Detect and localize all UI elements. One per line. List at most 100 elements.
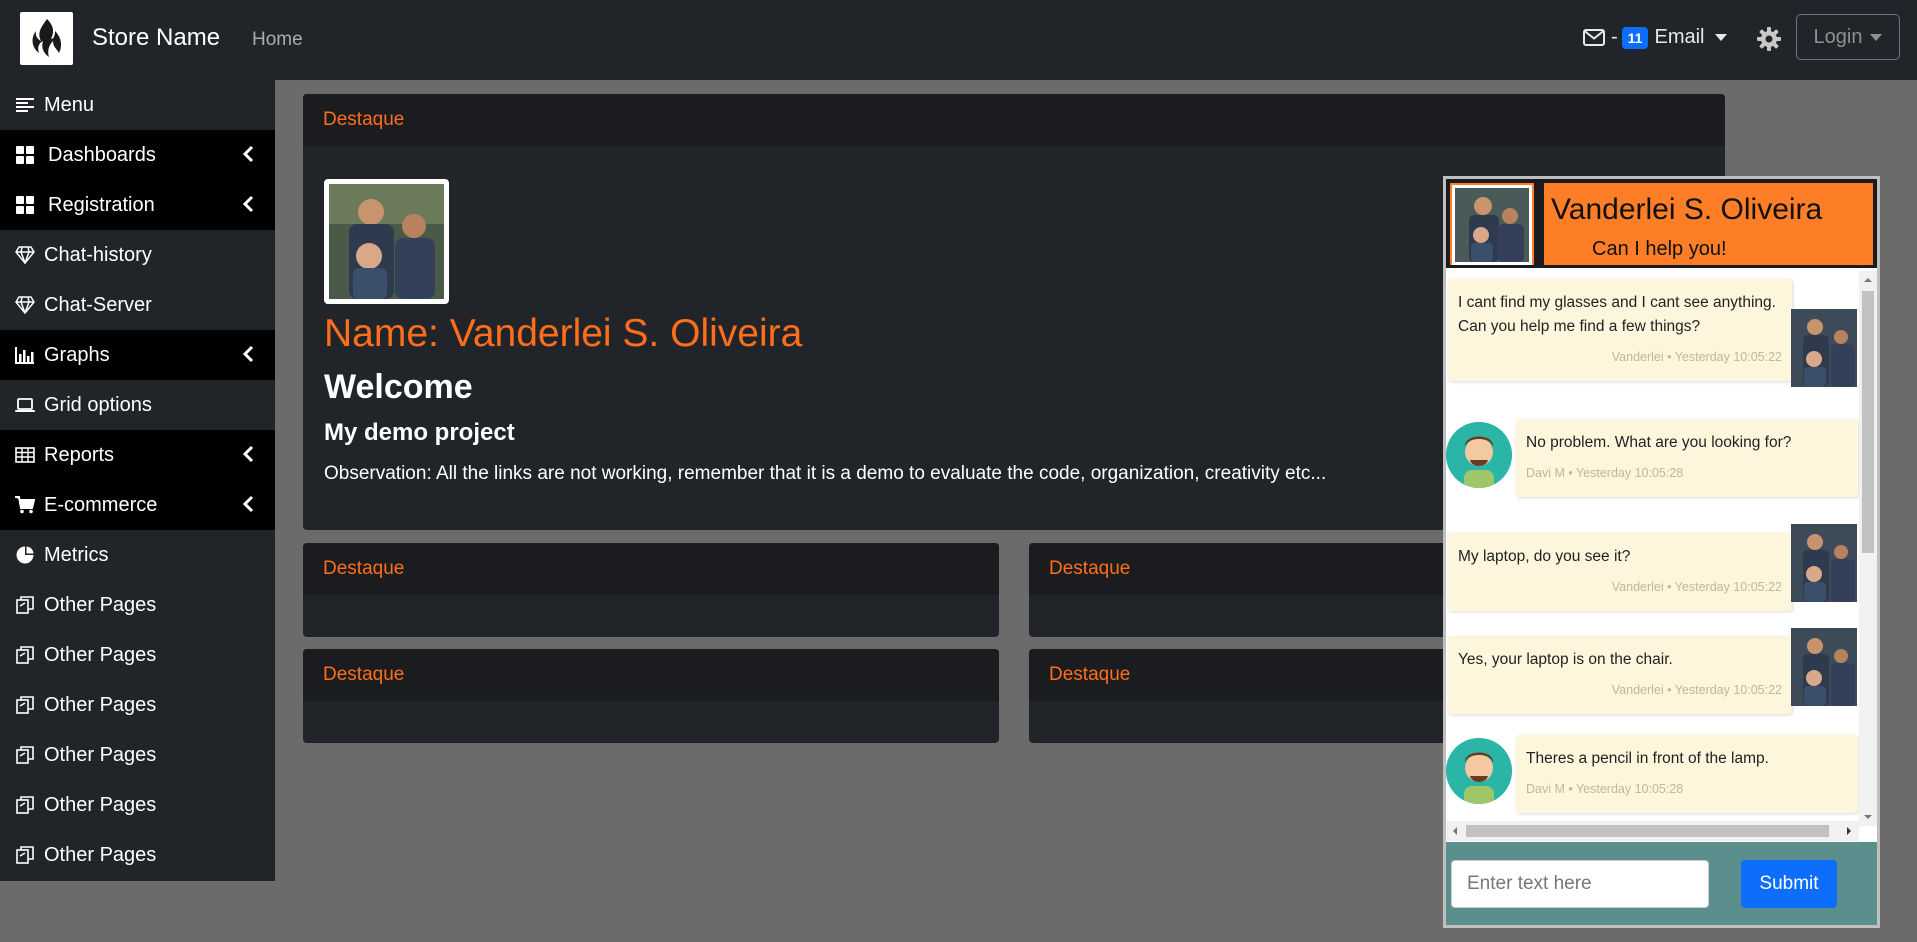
observation-text: Observation: All the links are not worki… [324, 463, 1327, 484]
sidebar-item-label: Reports [44, 443, 115, 466]
pages-icon [14, 595, 36, 615]
card-header: Destaque [303, 649, 999, 701]
sidebar-item-other-pages[interactable]: Other Pages [0, 830, 275, 880]
pages-icon [14, 695, 36, 715]
top-navbar: Store Name Home - 11 Email Login [0, 0, 1917, 80]
chat-message: I cant find my glasses and I cant see an… [1448, 279, 1792, 381]
login-dropdown-button[interactable]: Login [1796, 14, 1900, 60]
sidebar-item-label: Other Pages [44, 593, 157, 616]
sidebar-item-chat-history[interactable]: Chat-history [0, 230, 275, 280]
chat-contact-avatar [1452, 185, 1532, 265]
chat-widget: Vanderlei S. Oliveira Can I help you! I … [1443, 176, 1880, 928]
welcome-heading: Welcome [324, 368, 473, 406]
chat-message: My laptop, do you see it? Vanderlei • Ye… [1448, 533, 1792, 611]
chat-vertical-scrollbar[interactable] [1859, 271, 1877, 826]
pie-chart-icon [14, 545, 36, 565]
store-logo[interactable] [20, 12, 73, 65]
sidebar-item-other-pages[interactable]: Other Pages [0, 680, 275, 730]
sidebar-item-label: Graphs [44, 343, 110, 366]
scroll-right-icon[interactable] [1842, 821, 1856, 841]
scroll-thumb[interactable] [1466, 825, 1829, 837]
menu-lines-icon [14, 95, 36, 115]
pages-icon [14, 645, 36, 665]
sender-avatar [1791, 628, 1857, 706]
sidebar-item-label: Dashboards [48, 143, 156, 166]
chat-header: Vanderlei S. Oliveira Can I help you! [1446, 179, 1877, 268]
scroll-thumb[interactable] [1862, 291, 1874, 553]
sidebar-item-registration[interactable]: Registration [0, 180, 275, 230]
pages-icon [14, 795, 36, 815]
chat-message: No problem. What are you looking for? Da… [1516, 419, 1858, 497]
message-meta: Davi M • Yesterday 10:05:28 [1526, 466, 1684, 480]
message-text: My laptop, do you see it? [1458, 548, 1631, 565]
login-label: Login [1813, 25, 1863, 48]
nav-home-link[interactable]: Home [252, 29, 303, 51]
sidebar-item-label: E-commerce [44, 493, 158, 516]
sidebar-item-ecommerce[interactable]: E-commerce [0, 480, 275, 530]
chat-horizontal-scrollbar[interactable] [1446, 821, 1859, 841]
sender-avatar [1791, 524, 1857, 602]
chevron-left-icon [242, 495, 254, 513]
chevron-left-icon [242, 145, 254, 163]
gear-icon [1757, 27, 1781, 51]
agent-avatar [1446, 422, 1512, 488]
sidebar-item-reports[interactable]: Reports [0, 430, 275, 480]
diamond-icon [14, 295, 36, 315]
bar-chart-icon [14, 345, 36, 365]
sidebar-item-label: Other Pages [44, 643, 157, 666]
submit-button[interactable]: Submit [1741, 860, 1837, 908]
chat-messages[interactable]: I cant find my glasses and I cant see an… [1446, 271, 1877, 841]
message-text: Yes, your laptop is on the chair. [1458, 651, 1673, 668]
sidebar-item-other-pages[interactable]: Other Pages [0, 780, 275, 830]
grid-icon [14, 145, 36, 165]
sidebar-item-other-pages[interactable]: Other Pages [0, 580, 275, 630]
card-header: Destaque [303, 543, 999, 595]
email-label: Email [1654, 26, 1705, 48]
sidebar-item-other-pages[interactable]: Other Pages [0, 730, 275, 780]
sidebar-item-label: Other Pages [44, 743, 157, 766]
sender-avatar [1791, 309, 1857, 387]
profile-photo [324, 179, 449, 304]
sidebar-item-dashboards[interactable]: Dashboards [0, 130, 275, 180]
brand-name[interactable]: Store Name [92, 24, 220, 52]
sidebar-item-metrics[interactable]: Metrics [0, 530, 275, 580]
cart-icon [14, 495, 36, 515]
laptop-icon [14, 395, 36, 415]
chat-message-input[interactable] [1451, 860, 1709, 908]
chat-footer: Submit [1446, 842, 1877, 925]
chat-subtitle: Can I help you! [1592, 238, 1727, 260]
highlight-card: Destaque [303, 649, 999, 743]
settings-button[interactable] [1755, 25, 1783, 58]
scroll-down-icon[interactable] [1859, 810, 1877, 824]
scroll-left-icon[interactable] [1448, 821, 1462, 841]
pages-icon [14, 845, 36, 865]
sidebar-item-label: Menu [44, 93, 95, 116]
highlight-card: Destaque [303, 543, 999, 637]
message-text: I cant find my glasses and I cant see an… [1458, 294, 1776, 335]
sidebar-item-grid-options[interactable]: Grid options [0, 380, 275, 430]
sidebar-item-other-pages[interactable]: Other Pages [0, 630, 275, 680]
chat-message: Yes, your laptop is on the chair. Vander… [1448, 636, 1792, 714]
sidebar-item-menu[interactable]: Menu [0, 80, 275, 130]
card-header: Destaque [303, 94, 1725, 146]
sidebar-item-graphs[interactable]: Graphs [0, 330, 275, 380]
sidebar-item-label: Metrics [44, 543, 109, 566]
sidebar: Menu Dashboards Registration Chat-histor… [0, 80, 275, 881]
caret-down-icon [1714, 34, 1727, 41]
envelope-icon [1583, 29, 1605, 46]
grid-icon [14, 195, 36, 215]
message-text: Theres a pencil in front of the lamp. [1526, 750, 1769, 767]
sidebar-item-chat-server[interactable]: Chat-Server [0, 280, 275, 330]
message-meta: Vanderlei • Yesterday 10:05:22 [1611, 580, 1782, 594]
chevron-left-icon [242, 445, 254, 463]
pages-icon [14, 745, 36, 765]
chevron-left-icon [242, 345, 254, 363]
sidebar-item-label: Other Pages [44, 843, 157, 866]
chat-contact-name: Vanderlei S. Oliveira [1551, 193, 1823, 226]
project-heading: My demo project [324, 419, 515, 446]
table-icon [14, 445, 36, 465]
flame-logo-icon [32, 18, 61, 57]
email-dropdown[interactable]: - 11 Email [1583, 26, 1727, 49]
profile-name: Name: Vanderlei S. Oliveira [324, 312, 803, 355]
scroll-up-icon[interactable] [1859, 273, 1877, 287]
